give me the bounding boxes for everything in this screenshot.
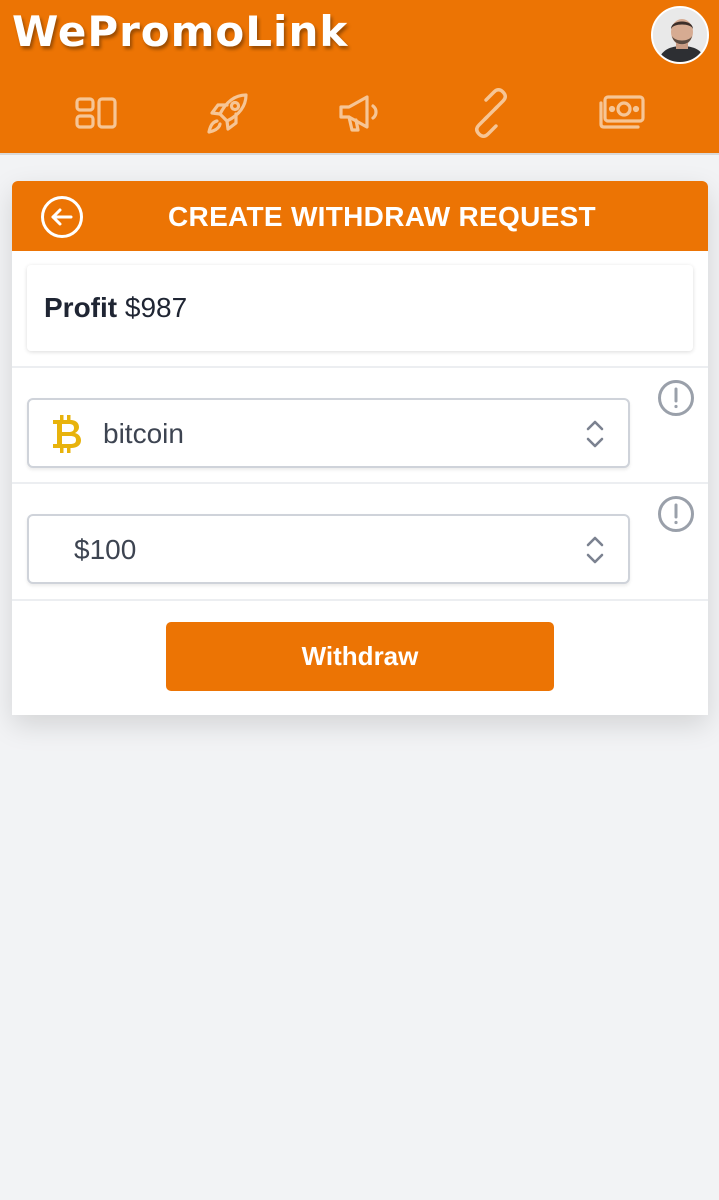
rocket-icon bbox=[207, 93, 248, 134]
amount-value: $100 bbox=[74, 534, 137, 565]
payment-method-value: bitcoin bbox=[103, 418, 184, 449]
divider bbox=[12, 482, 708, 484]
divider bbox=[12, 599, 708, 601]
amount-info-icon[interactable] bbox=[657, 495, 695, 533]
nav-promotions[interactable] bbox=[329, 82, 389, 144]
profit-line: Profit $987 bbox=[44, 265, 187, 351]
method-info-icon[interactable] bbox=[657, 379, 695, 417]
nav-campaigns[interactable] bbox=[198, 82, 258, 144]
dashboard-icon bbox=[75, 97, 117, 129]
page-title: CREATE WITHDRAW REQUEST bbox=[168, 201, 596, 232]
withdraw-button[interactable]: Withdraw bbox=[166, 622, 554, 691]
nav-links[interactable] bbox=[461, 82, 521, 144]
app-logo[interactable]: WePromoLink bbox=[12, 6, 348, 58]
divider bbox=[12, 366, 708, 368]
main-nav bbox=[0, 82, 719, 148]
amount-select[interactable]: $100 bbox=[27, 514, 630, 584]
user-avatar[interactable] bbox=[651, 6, 709, 64]
link-icon bbox=[475, 88, 507, 138]
app-header: WePromoLink bbox=[0, 0, 719, 155]
avatar-image bbox=[653, 8, 707, 62]
megaphone-icon bbox=[339, 95, 378, 132]
exclamation-circle-icon bbox=[658, 380, 694, 416]
profit-value: $987 bbox=[124, 292, 188, 323]
withdraw-card: CREATE WITHDRAW REQUEST Profit $987 bitc… bbox=[12, 181, 708, 715]
arrow-left-circle-icon bbox=[41, 196, 83, 238]
exclamation-circle-icon bbox=[658, 496, 694, 532]
nav-wallet[interactable] bbox=[592, 82, 652, 144]
card-header: CREATE WITHDRAW REQUEST bbox=[12, 181, 708, 251]
profit-summary: Profit $987 bbox=[27, 265, 693, 351]
money-icon bbox=[599, 95, 645, 129]
chevron-up-down-icon bbox=[586, 536, 604, 564]
profit-label: Profit bbox=[44, 292, 118, 323]
payment-method-select[interactable]: bitcoin bbox=[27, 398, 630, 468]
back-button[interactable] bbox=[40, 195, 84, 239]
bitcoin-icon bbox=[53, 415, 81, 453]
chevron-up-down-icon bbox=[586, 420, 604, 448]
nav-dashboard[interactable] bbox=[66, 82, 126, 144]
